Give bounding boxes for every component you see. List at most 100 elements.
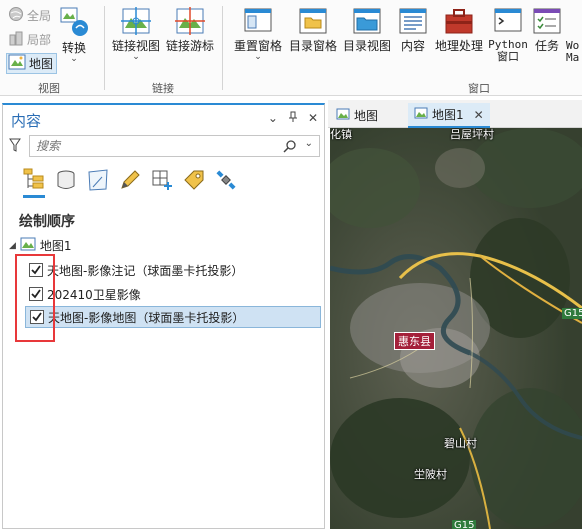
catalog-pane-label: 目录窗格 bbox=[288, 39, 337, 53]
link-cursor-label: 链接游标 bbox=[165, 39, 214, 53]
reset-panes-icon bbox=[242, 6, 274, 39]
link-cursor-icon bbox=[174, 6, 206, 39]
python-window-button[interactable]: Python 窗口 bbox=[488, 6, 528, 63]
layer-row[interactable]: 天地图-影像注记（球面墨卡托投影） bbox=[25, 259, 321, 281]
chevron-down-icon[interactable]: ⌄ bbox=[305, 138, 313, 149]
search-input[interactable] bbox=[36, 139, 236, 153]
database-icon bbox=[55, 169, 77, 194]
map-label: 地图 bbox=[29, 57, 54, 71]
map-tree-node[interactable]: ◢ 地图1 bbox=[9, 237, 72, 254]
search-box: ⌄ bbox=[29, 135, 320, 157]
label-tag-icon bbox=[183, 169, 205, 194]
tab-label: 地图 bbox=[354, 109, 379, 123]
workflow-manager-button[interactable]: Wo Ma bbox=[566, 40, 582, 64]
map-label-village: 碧山村 bbox=[444, 437, 477, 450]
satellite-icon bbox=[215, 169, 237, 194]
map-button[interactable]: 地图 bbox=[6, 53, 58, 74]
chevron-down-icon[interactable]: ⌄ bbox=[268, 111, 278, 126]
reset-panes-label: 重置窗格 bbox=[233, 39, 282, 53]
catalog-view-label: 目录视图 bbox=[342, 39, 391, 53]
reset-panes-button[interactable]: 重置窗格 ⌄ bbox=[230, 6, 286, 62]
map-label-county: 惠东县 bbox=[394, 332, 435, 350]
list-by-snapping-button[interactable] bbox=[149, 167, 175, 195]
tab-map[interactable]: 地图 bbox=[330, 103, 384, 128]
close-icon[interactable]: ✕ bbox=[308, 111, 318, 126]
highlight-annotation bbox=[15, 254, 55, 342]
group-divider bbox=[222, 6, 223, 90]
tasks-icon bbox=[531, 6, 563, 39]
tab-label: 地图1 bbox=[432, 108, 464, 122]
link-group-label: 链接 bbox=[152, 82, 174, 95]
snapping-grid-icon bbox=[151, 169, 173, 194]
drawing-order-header: 绘制顺序 bbox=[19, 214, 75, 230]
catalog-pane-button[interactable]: 目录窗格 bbox=[288, 6, 338, 53]
link-views-icon bbox=[120, 6, 152, 39]
layer-row[interactable]: 202410卫星影像 bbox=[25, 283, 321, 305]
search-row: ⌄ bbox=[9, 135, 320, 157]
layer-row-selected[interactable]: 天地图-影像地图（球面墨卡托投影） bbox=[25, 306, 321, 328]
pencil-icon bbox=[119, 169, 141, 194]
geoprocessing-button[interactable]: 地理处理 bbox=[433, 6, 485, 53]
view-group-label: 视图 bbox=[38, 82, 60, 95]
local-button[interactable]: 局部 bbox=[8, 30, 51, 49]
catalog-pane-icon bbox=[297, 6, 329, 39]
map-label-village: 吕屋坪村 bbox=[450, 128, 494, 141]
pane-title: 内容 bbox=[11, 112, 42, 130]
convert-label: 转换 bbox=[61, 41, 86, 55]
list-by-perspective-button[interactable] bbox=[213, 167, 239, 195]
contents-button[interactable]: 内容 bbox=[396, 6, 430, 53]
contents-toolbar bbox=[21, 167, 239, 198]
chevron-down-icon: ⌄ bbox=[254, 52, 262, 62]
link-views-button[interactable]: 链接视图 ⌄ bbox=[110, 6, 162, 62]
toolbox-icon bbox=[443, 6, 475, 39]
chevron-down-icon: ⌄ bbox=[132, 52, 140, 62]
layer-name: 202410卫星影像 bbox=[47, 287, 141, 302]
map-icon bbox=[20, 237, 36, 254]
catalog-view-icon bbox=[351, 6, 383, 39]
contents-label: 内容 bbox=[400, 39, 425, 53]
map-label-village: 坣陂村 bbox=[414, 468, 447, 481]
selection-layer-icon bbox=[87, 168, 109, 194]
layer-name: 天地图-影像地图（球面墨卡托投影） bbox=[48, 310, 245, 325]
full-extent-button[interactable]: 全局 bbox=[8, 6, 51, 25]
close-icon[interactable]: ✕ bbox=[474, 108, 484, 122]
list-by-source-button[interactable] bbox=[53, 167, 79, 195]
tasks-label: 任务 bbox=[534, 39, 559, 53]
window-group-label: 窗口 bbox=[468, 82, 490, 95]
full-extent-label: 全局 bbox=[27, 9, 52, 23]
link-cursor-button[interactable]: 链接游标 bbox=[164, 6, 216, 53]
geoprocessing-label: 地理处理 bbox=[434, 39, 483, 53]
convert-button[interactable]: 转换 ⌄ bbox=[58, 6, 90, 64]
map-name: 地图1 bbox=[39, 239, 72, 253]
ribbon: 全局 局部 地图 转换 ⌄ 视图 链接视图 ⌄ 链接游标 链接 重置窗格 ⌄ 目… bbox=[0, 0, 582, 96]
map-icon bbox=[8, 54, 26, 73]
catalog-view-button[interactable]: 目录视图 bbox=[342, 6, 392, 53]
map-tabs: 地图 地图1 ✕ bbox=[328, 100, 582, 128]
python-window-label-2: 窗口 bbox=[497, 50, 519, 63]
map-label-town: 化镇 bbox=[330, 128, 352, 141]
globe-icon bbox=[8, 6, 24, 25]
collapse-triangle-icon[interactable]: ◢ bbox=[9, 241, 16, 251]
chevron-down-icon: ⌄ bbox=[70, 54, 78, 64]
map-icon bbox=[336, 108, 350, 123]
list-by-drawing-order-button[interactable] bbox=[21, 167, 47, 198]
filter-icon[interactable] bbox=[9, 138, 21, 155]
tasks-button[interactable]: 任务 bbox=[530, 6, 564, 53]
road-shield: G15 bbox=[452, 520, 477, 529]
list-by-selection-button[interactable] bbox=[85, 167, 111, 195]
buildings-icon bbox=[8, 30, 24, 49]
map-canvas[interactable]: 化镇 吕屋坪村 惠东县 碧山村 坣陂村 G15 G15 bbox=[330, 128, 582, 529]
group-divider bbox=[104, 6, 105, 90]
local-label: 局部 bbox=[27, 33, 52, 47]
list-by-labeling-button[interactable] bbox=[181, 167, 207, 195]
layer-name: 天地图-影像注记（球面墨卡托投影） bbox=[47, 263, 244, 278]
tab-map1[interactable]: 地图1 ✕ bbox=[408, 103, 490, 128]
list-by-editing-button[interactable] bbox=[117, 167, 143, 195]
satellite-imagery bbox=[330, 128, 582, 529]
contents-icon bbox=[397, 6, 429, 39]
workflow-label-2: Ma bbox=[566, 51, 580, 64]
link-views-label: 链接视图 bbox=[111, 39, 160, 53]
pin-icon[interactable] bbox=[288, 111, 298, 126]
search-icon[interactable] bbox=[283, 139, 297, 156]
pane-controls: ⌄ ✕ bbox=[268, 111, 318, 126]
